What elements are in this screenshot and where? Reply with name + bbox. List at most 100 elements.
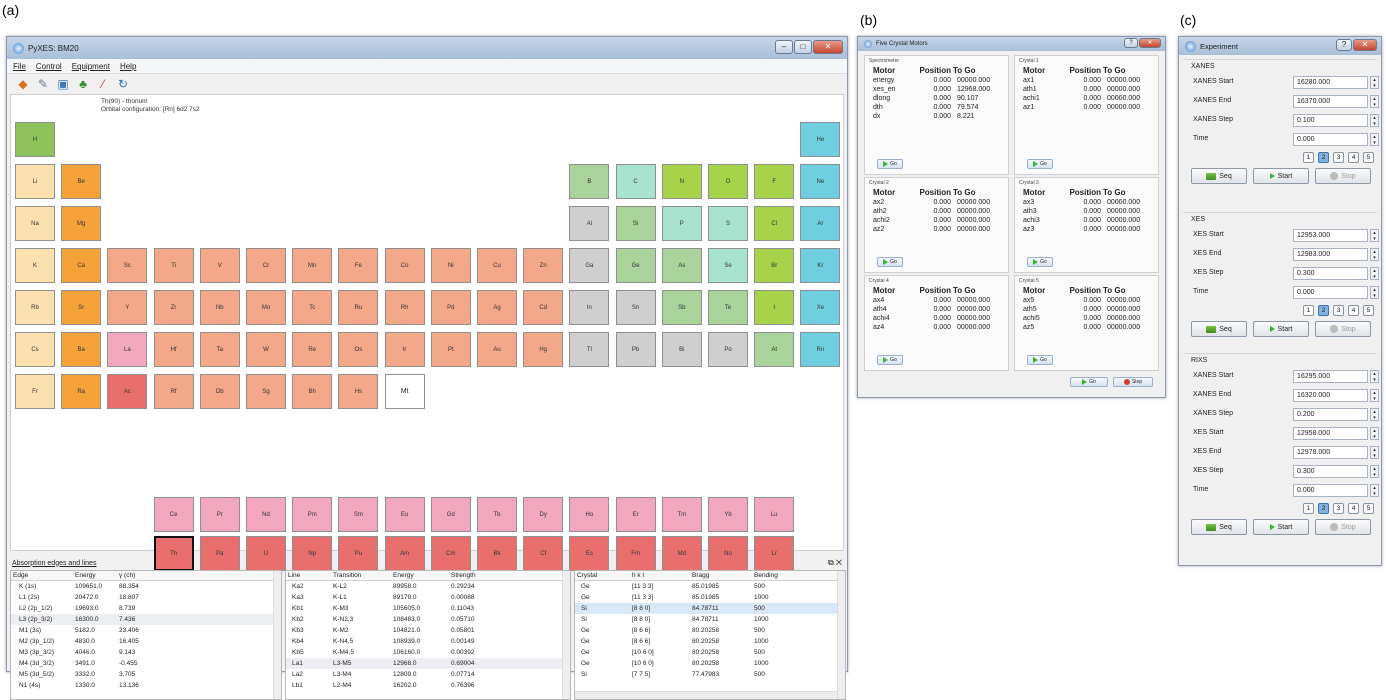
element-v[interactable]: V: [199, 248, 240, 283]
element-dy[interactable]: Dy: [523, 497, 564, 532]
field-input[interactable]: 0.100: [1293, 114, 1368, 127]
table-row[interactable]: Ka2 K-L2 89958.0 0.29234: [286, 581, 570, 592]
table-row[interactable]: Kb1 K-M3 105605.0 0.11043: [286, 603, 570, 614]
vertical-scrollbar[interactable]: [837, 571, 845, 699]
element-kr[interactable]: Kr: [800, 248, 841, 283]
element-ir[interactable]: Ir: [384, 332, 425, 367]
element-au[interactable]: Au: [477, 332, 517, 367]
crystals-col-header[interactable]: Crystal: [575, 571, 630, 580]
edges-table[interactable]: Edge Energy γ (ch) K (1s) 109651.0 88.354 L1 (…: [10, 570, 282, 700]
table-row[interactable]: M4 (3d_3/2) 3491.0 -0.455: [11, 658, 281, 669]
table-row[interactable]: Lb1 L2-M4 16202.0 0.76396: [286, 680, 570, 691]
element-sr[interactable]: Sr: [61, 290, 102, 325]
element-db[interactable]: Db: [199, 374, 240, 409]
element-o[interactable]: O: [708, 164, 748, 199]
field-input[interactable]: 16295.000: [1293, 370, 1368, 383]
element-ra[interactable]: Ra: [61, 374, 102, 409]
group-go-button[interactable]: Go: [877, 159, 903, 169]
element-ce[interactable]: Ce: [153, 497, 194, 532]
lines-col-header[interactable]: Line: [286, 571, 331, 580]
start-button[interactable]: Start: [1253, 519, 1309, 535]
field-input[interactable]: 12978.000: [1293, 446, 1368, 459]
element-nd[interactable]: Nd: [246, 497, 286, 532]
field-input[interactable]: 0.300: [1293, 465, 1368, 478]
repeat-button-5[interactable]: 5: [1363, 503, 1374, 514]
element-y[interactable]: Y: [107, 290, 148, 325]
table-row[interactable]: Kb3 K-M2 104821.0 0.05801: [286, 625, 570, 636]
start-button[interactable]: Start: [1253, 321, 1309, 337]
element-al[interactable]: Al: [569, 206, 610, 241]
element-ni[interactable]: Ni: [430, 248, 471, 283]
spin-arrows-icon[interactable]: ▴ ▾: [1370, 76, 1379, 89]
element-fe[interactable]: Fe: [338, 248, 379, 283]
start-button[interactable]: Start: [1253, 168, 1309, 184]
element-tl[interactable]: Tl: [569, 332, 610, 367]
detector-icon[interactable]: ▣: [55, 76, 71, 92]
element-sg[interactable]: Sg: [246, 374, 286, 409]
element-n[interactable]: N: [661, 164, 702, 199]
element-pt[interactable]: Pt: [430, 332, 471, 367]
element-ne[interactable]: Ne: [800, 164, 841, 199]
field-input[interactable]: 0.000: [1293, 133, 1368, 146]
element-te[interactable]: Te: [708, 290, 748, 325]
experiment-close-button[interactable]: ✕: [1353, 39, 1377, 51]
element-hg[interactable]: Hg: [523, 332, 564, 367]
element-sc[interactable]: Sc: [107, 248, 148, 283]
repeat-button-3[interactable]: 3: [1333, 152, 1344, 163]
element-ru[interactable]: Ru: [338, 290, 379, 325]
element-la[interactable]: La: [107, 332, 148, 367]
lines-col-header[interactable]: Transition: [331, 571, 391, 580]
field-input[interactable]: 16370.000: [1293, 95, 1368, 108]
repeat-button-2[interactable]: 2: [1318, 152, 1329, 163]
table-row[interactable]: La1 L3-M5 12968.0 0.69004: [286, 658, 570, 669]
table-row[interactable]: M1 (3s) 5182.0 23.406: [11, 625, 281, 636]
spin-arrows-icon[interactable]: ▴ ▾: [1370, 446, 1379, 459]
seq-button[interactable]: Seq: [1191, 519, 1247, 535]
edges-col-header[interactable]: γ (ch): [117, 571, 177, 580]
table-row[interactable]: Kb2 K-N2,3 108483.0 0.05710: [286, 614, 570, 625]
repeat-button-3[interactable]: 3: [1333, 503, 1344, 514]
element-se[interactable]: Se: [708, 248, 748, 283]
element-er[interactable]: Er: [615, 497, 656, 532]
lines-col-header[interactable]: Energy: [391, 571, 449, 580]
element-ag[interactable]: Ag: [477, 290, 517, 325]
spin-arrows-icon[interactable]: ▴ ▾: [1370, 389, 1379, 402]
element-gd[interactable]: Gd: [430, 497, 471, 532]
field-input[interactable]: 0.300: [1293, 267, 1368, 280]
table-row[interactable]: Ge [11 3 3] 85.01985 1000: [575, 592, 845, 603]
element-ho[interactable]: Ho: [569, 497, 610, 532]
table-row[interactable]: M3 (3p_3/2) 4046.0 9.143: [11, 647, 281, 658]
group-go-button[interactable]: Go: [877, 257, 903, 267]
element-i[interactable]: I: [754, 290, 795, 325]
element-ca[interactable]: Ca: [61, 248, 102, 283]
table-row[interactable]: N1 (4s) 1330.0 13.136: [11, 680, 281, 691]
element-ge[interactable]: Ge: [615, 248, 656, 283]
element-tm[interactable]: Tm: [661, 497, 702, 532]
element-ga[interactable]: Ga: [569, 248, 610, 283]
stop-button[interactable]: Stop: [1315, 519, 1371, 535]
element-pb[interactable]: Pb: [615, 332, 656, 367]
wrench-icon[interactable]: ✎: [35, 76, 51, 92]
table-row[interactable]: Ge [10 6 0] 80.20258 500: [575, 647, 845, 658]
repeat-button-1[interactable]: 1: [1303, 503, 1314, 514]
element-mo[interactable]: Mo: [246, 290, 286, 325]
element-bi[interactable]: Bi: [661, 332, 702, 367]
spin-arrows-icon[interactable]: ▴ ▾: [1370, 267, 1379, 280]
stop-button[interactable]: Stop: [1315, 168, 1371, 184]
table-row[interactable]: M5 (3d_5/2) 3332.0 3.705: [11, 669, 281, 680]
element-fr[interactable]: Fr: [15, 374, 55, 409]
crystals-table[interactable]: Crystal h k l Bragg Bending Ge [11 3 3] 85.019…: [574, 570, 846, 700]
element-k[interactable]: K: [15, 248, 55, 283]
element-b[interactable]: B: [569, 164, 610, 199]
source-icon[interactable]: ◆: [15, 76, 31, 92]
element-bh[interactable]: Bh: [292, 374, 333, 409]
element-re[interactable]: Re: [292, 332, 333, 367]
field-input[interactable]: 12958.000: [1293, 427, 1368, 440]
element-xe[interactable]: Xe: [800, 290, 841, 325]
element-cs[interactable]: Cs: [15, 332, 55, 367]
group-go-button[interactable]: Go: [1027, 355, 1053, 365]
repeat-button-1[interactable]: 1: [1303, 305, 1314, 316]
field-input[interactable]: 12983.000: [1293, 248, 1368, 261]
element-mt[interactable]: Mt: [384, 374, 425, 409]
repeat-button-3[interactable]: 3: [1333, 305, 1344, 316]
